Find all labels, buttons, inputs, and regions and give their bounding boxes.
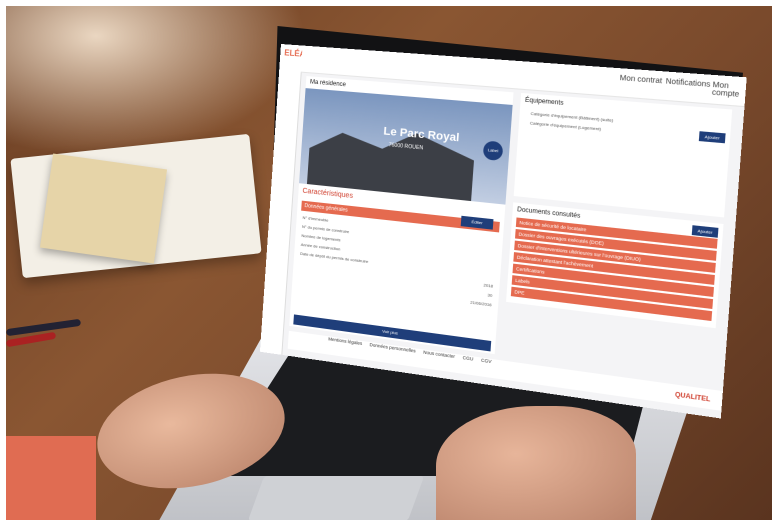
residence-badge: Label [482,140,504,162]
residence-panel: Ma résidence Le Parc Royal 76000 ROUEN L… [289,76,514,355]
add-equipment-button[interactable]: Ajouter [698,131,726,144]
topbar-item-notifications[interactable]: Notifications [665,78,710,89]
footer-link-cgv[interactable]: CGV [481,358,492,365]
footer-link-cgu[interactable]: CGU [462,355,473,362]
topbar-item-account[interactable]: Mon compte [712,81,747,99]
photo-background: ELÉA Mon contrat Notifications Mon compt… [6,6,772,520]
right-column: Équipements Catégorie d'équipement (Bâti… [502,92,733,384]
equipments-card: Équipements Catégorie d'équipement (Bâti… [513,92,733,218]
sleeve [6,436,96,520]
laptop-screen: ELÉA Mon contrat Notifications Mon compt… [259,44,747,419]
footer-link-privacy[interactable]: Données personnelles [369,342,415,354]
documents-card: Documents consultés Ajouter Notice de sé… [506,202,724,329]
touchpad [247,476,425,520]
notepad [39,153,168,264]
footer-link-contact[interactable]: Nous contacter [423,349,455,359]
right-hand [436,406,636,520]
window-light [6,6,306,156]
footer-link-legal[interactable]: Mentions légales [328,336,362,346]
topbar-item-contract[interactable]: Mon contrat [619,75,662,86]
